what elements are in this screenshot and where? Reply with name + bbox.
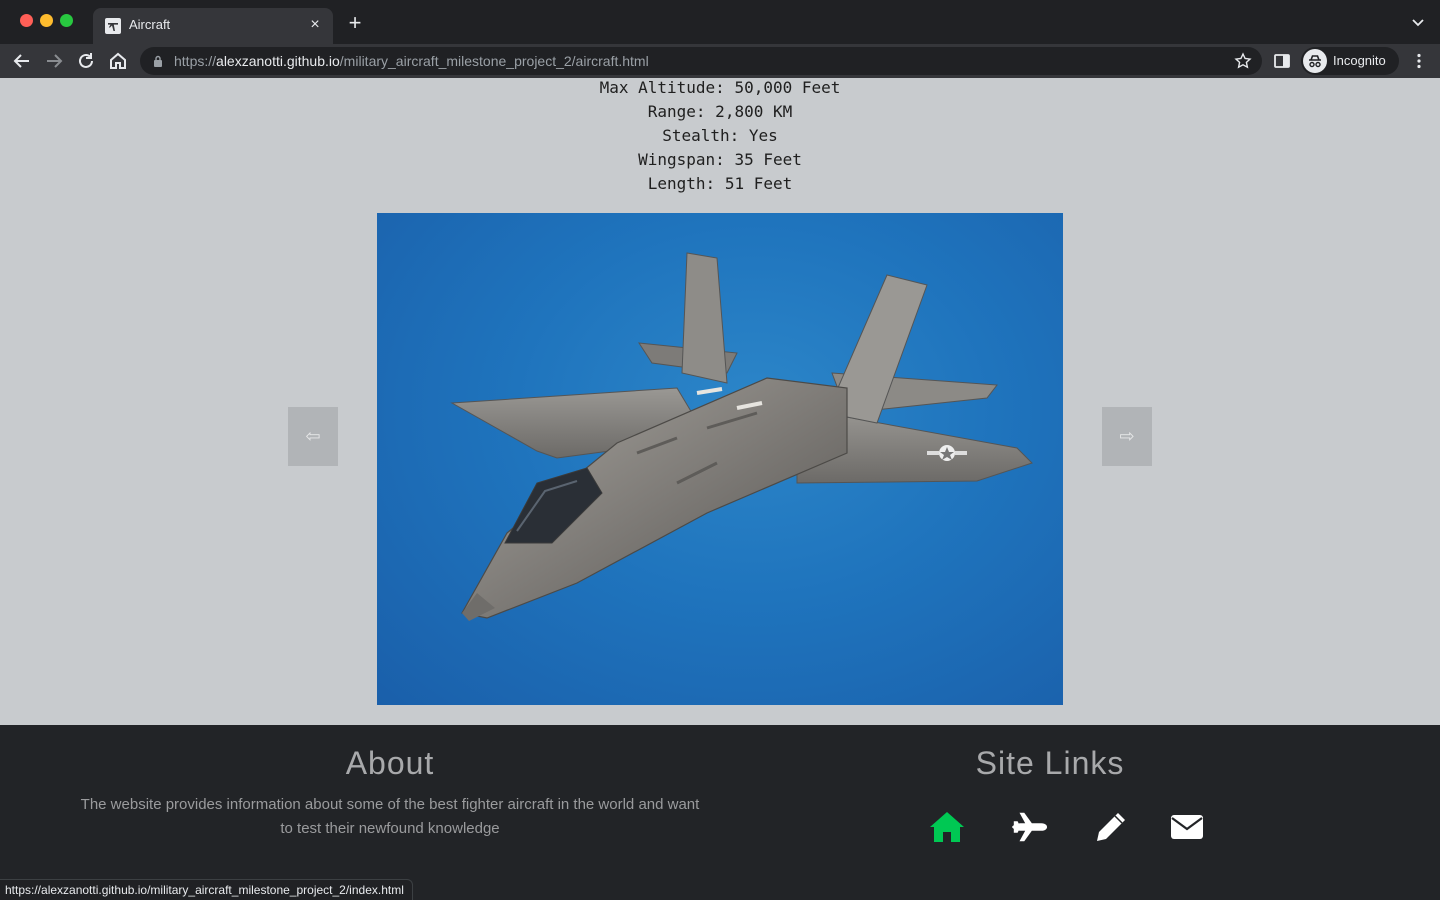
spec-stealth: Stealth: Yes [662, 126, 778, 145]
tab-aircraft[interactable]: Aircraft × [93, 8, 333, 44]
browser-chrome: Aircraft × + https://alexzanotti.github.… [0, 0, 1440, 78]
carousel-prev-button[interactable]: ⇦ [288, 407, 338, 466]
about-text: The website provides information about s… [80, 796, 700, 837]
bookmark-star-icon[interactable] [1234, 52, 1252, 70]
favicon-icon [105, 18, 121, 34]
url-text[interactable]: https://alexzanotti.github.io/military_a… [174, 53, 649, 69]
toolbar: https://alexzanotti.github.io/military_a… [0, 44, 1440, 78]
tab-search-icon[interactable] [1410, 14, 1426, 30]
incognito-label: Incognito [1333, 53, 1386, 68]
spec-range: Range: 2,800 KM [647, 102, 793, 121]
home-icon[interactable] [928, 810, 966, 844]
page-content: Max Altitude: 50,000 Feet Range: 2,800 K… [0, 78, 1440, 900]
arrow-right-icon: ⇨ [1119, 426, 1135, 446]
footer: About The website provides information a… [0, 725, 1440, 900]
aircraft-specs: Max Altitude: 50,000 Feet Range: 2,800 K… [0, 78, 1440, 196]
spec-max-altitude: Max Altitude: 50,000 Feet [599, 78, 841, 97]
status-url: https://alexzanotti.github.io/military_a… [5, 883, 404, 897]
maximize-window-button[interactable] [60, 14, 73, 27]
reload-icon[interactable] [75, 50, 97, 72]
forward-icon[interactable] [43, 50, 65, 72]
arrow-left-icon: ⇦ [305, 426, 321, 446]
incognito-icon [1303, 49, 1327, 73]
back-icon[interactable] [11, 50, 33, 72]
spec-wingspan: Wingspan: 35 Feet [638, 150, 802, 169]
menu-dots-icon[interactable] [1410, 52, 1428, 70]
envelope-icon[interactable] [1168, 810, 1206, 844]
carousel-next-button[interactable]: ⇨ [1102, 407, 1152, 466]
minimize-window-button[interactable] [40, 14, 53, 27]
pencil-icon[interactable] [1092, 810, 1130, 844]
fighter-jet-illustration [450, 252, 1033, 621]
new-tab-button[interactable]: + [344, 12, 366, 34]
about-heading: About [345, 745, 435, 781]
status-bubble: https://alexzanotti.github.io/military_a… [0, 879, 413, 900]
tab-title: Aircraft [129, 17, 171, 32]
side-panel-icon[interactable] [1273, 52, 1291, 70]
tab-strip: Aircraft × + [0, 0, 1440, 44]
home-button-icon[interactable] [107, 50, 129, 72]
aircraft-image [377, 213, 1063, 705]
plane-icon[interactable] [1010, 810, 1048, 844]
spec-length: Length: 51 Feet [647, 174, 793, 193]
close-window-button[interactable] [20, 14, 33, 27]
lock-icon[interactable] [153, 55, 163, 67]
address-bar[interactable]: https://alexzanotti.github.io/military_a… [140, 47, 1262, 75]
tab-close-icon[interactable]: × [307, 17, 323, 33]
site-links-heading: Site Links [975, 745, 1125, 781]
incognito-badge[interactable]: Incognito [1301, 47, 1399, 75]
